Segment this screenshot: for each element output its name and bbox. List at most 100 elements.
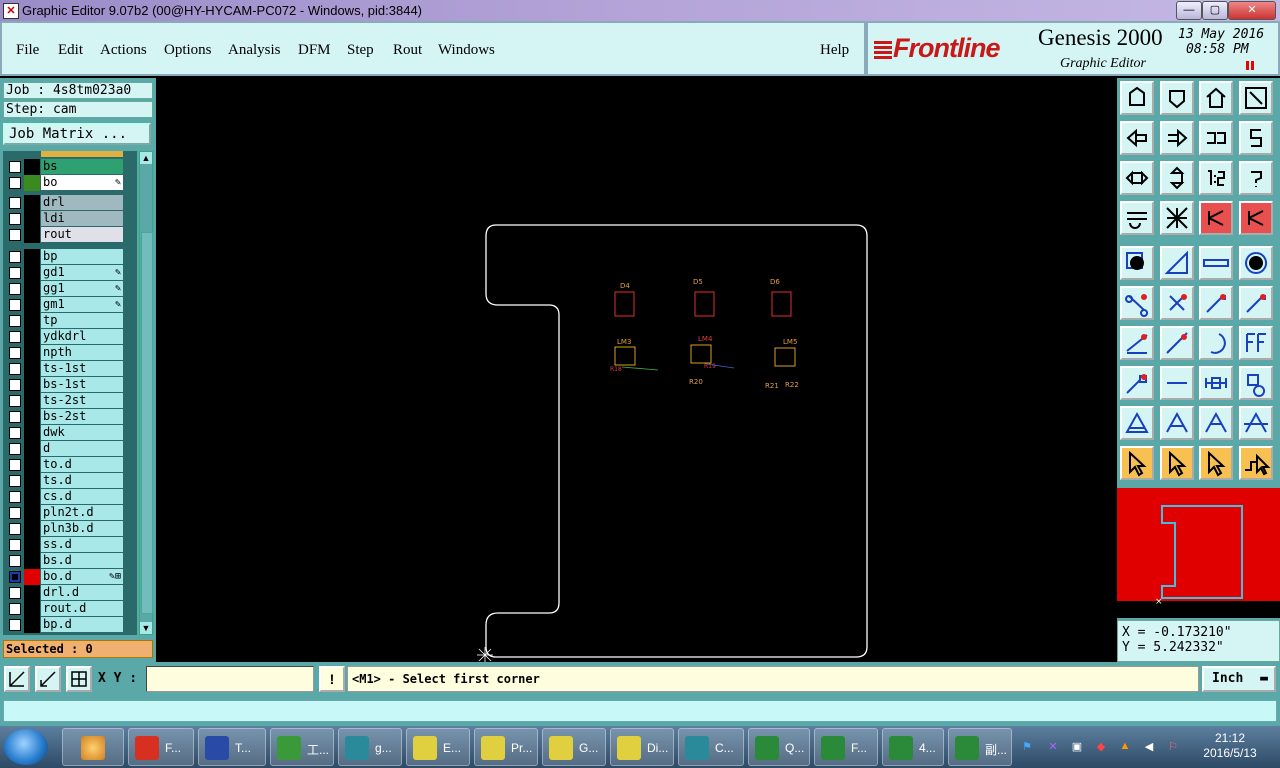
layer-row[interactable]: ts-2st bbox=[3, 393, 137, 409]
poly-b-icon[interactable] bbox=[1160, 406, 1194, 440]
diag-line-icon[interactable] bbox=[1160, 326, 1194, 360]
taskbar-item[interactable]: Q... bbox=[748, 728, 810, 766]
layer-checkbox[interactable] bbox=[9, 443, 21, 455]
job-matrix-button[interactable]: Job Matrix ... bbox=[3, 123, 151, 145]
home-icon[interactable] bbox=[1199, 81, 1233, 115]
layer-name[interactable]: rout bbox=[41, 227, 123, 242]
layer-row[interactable]: bo ✎ bbox=[3, 175, 137, 191]
layer-row[interactable]: ss.d bbox=[3, 537, 137, 553]
layer-name[interactable]: gg1 ✎ bbox=[41, 281, 123, 296]
arc-icon[interactable] bbox=[1199, 326, 1233, 360]
layer-name[interactable]: ts-1st bbox=[41, 361, 123, 376]
layer-row[interactable]: bo.d ✎⊞ bbox=[3, 569, 137, 585]
menu-help[interactable]: Help bbox=[820, 42, 849, 59]
layer-row[interactable]: d bbox=[3, 441, 137, 457]
layer-name[interactable]: dwk bbox=[41, 425, 123, 440]
taskbar-item[interactable]: 工... bbox=[270, 728, 334, 766]
layer-checkbox[interactable] bbox=[9, 315, 21, 327]
layer-checkbox[interactable] bbox=[9, 555, 21, 567]
down-step-icon[interactable] bbox=[1160, 81, 1194, 115]
snap-settings-icon[interactable] bbox=[1120, 201, 1154, 235]
layer-name[interactable]: ts.d bbox=[41, 473, 123, 488]
scroll-up-icon[interactable]: ▲ bbox=[140, 152, 152, 164]
layer-name[interactable]: bs-2st bbox=[41, 409, 123, 424]
select-icon[interactable] bbox=[1120, 446, 1154, 480]
pad-icon[interactable] bbox=[1239, 246, 1273, 280]
tray-network-icon[interactable]: ▣ bbox=[1070, 740, 1084, 754]
close-button[interactable]: ✕ bbox=[1228, 1, 1276, 20]
menu-edit[interactable]: Edit bbox=[58, 42, 83, 59]
layer-row[interactable]: gd1 ✎ bbox=[3, 265, 137, 281]
taskbar-pinned-shell[interactable] bbox=[62, 728, 124, 766]
layer-name[interactable]: drl bbox=[41, 195, 123, 210]
taskbar-item[interactable]: Pr... bbox=[474, 728, 538, 766]
tray-signal-icon[interactable]: ▲ bbox=[1118, 740, 1132, 754]
layer-checkbox[interactable] bbox=[9, 299, 21, 311]
layer-checkbox[interactable] bbox=[9, 197, 21, 209]
layer-row[interactable]: to.d bbox=[3, 457, 137, 473]
layer-name[interactable]: bp.d bbox=[41, 617, 123, 632]
up-step-icon[interactable] bbox=[1120, 81, 1154, 115]
layer-name[interactable]: npth bbox=[41, 345, 123, 360]
delete-icon[interactable] bbox=[1160, 286, 1194, 320]
layer-name[interactable]: drl.d bbox=[41, 585, 123, 600]
taskbar-item[interactable]: Di... bbox=[610, 728, 674, 766]
restore-button[interactable]: ▢ bbox=[1202, 1, 1228, 20]
layer-checkbox[interactable] bbox=[9, 507, 21, 519]
layer-scrollbar[interactable]: ▲ ▼ bbox=[139, 151, 153, 635]
layer-row[interactable]: pln2t.d bbox=[3, 505, 137, 521]
layer-checkbox[interactable] bbox=[9, 363, 21, 375]
layer-row[interactable]: bs bbox=[3, 159, 137, 175]
tray-x-icon[interactable]: ✕ bbox=[1046, 740, 1060, 754]
layer-row[interactable]: tp bbox=[3, 313, 137, 329]
pause-icon[interactable] bbox=[1246, 61, 1254, 70]
poly-a-icon[interactable] bbox=[1120, 406, 1154, 440]
layer-checkbox[interactable] bbox=[9, 427, 21, 439]
feature-outline-icon[interactable] bbox=[1160, 246, 1194, 280]
menu-rout[interactable]: Rout bbox=[393, 42, 422, 59]
layer-checkbox[interactable] bbox=[9, 251, 21, 263]
copy-icon[interactable] bbox=[1239, 286, 1273, 320]
layer-name[interactable]: cs.d bbox=[41, 489, 123, 504]
layer-name[interactable]: bs bbox=[41, 159, 123, 174]
poly-c-icon[interactable] bbox=[1199, 406, 1233, 440]
layer-checkbox[interactable] bbox=[9, 619, 21, 631]
layer-row[interactable]: ldi bbox=[3, 211, 137, 227]
taskbar-clock[interactable]: 21:12 2016/5/13 bbox=[1196, 731, 1264, 761]
layer-checkbox[interactable] bbox=[9, 283, 21, 295]
graphic-canvas[interactable]: D4 D5 D6 LM3 LM4 LM5 R20 R21 R22 R18 R19 bbox=[156, 78, 1117, 663]
layer-checkbox[interactable] bbox=[9, 213, 21, 225]
layer-row[interactable]: bs.d bbox=[3, 553, 137, 569]
poly-d-icon[interactable] bbox=[1239, 406, 1273, 440]
taskbar-item[interactable]: T... bbox=[198, 728, 266, 766]
layer-checkbox[interactable] bbox=[9, 379, 21, 391]
layer-row[interactable]: rout.d bbox=[3, 601, 137, 617]
move-icon[interactable] bbox=[1199, 286, 1233, 320]
layer-checkbox[interactable] bbox=[9, 161, 21, 173]
layer-name[interactable]: rout.d bbox=[41, 601, 123, 616]
menu-file[interactable]: File bbox=[16, 42, 39, 59]
layer-row[interactable]: pln3b.d bbox=[3, 521, 137, 537]
select-path-icon[interactable] bbox=[1239, 446, 1273, 480]
layer-checkbox[interactable] bbox=[9, 539, 21, 551]
tray-flag-icon[interactable]: ⚐ bbox=[1166, 740, 1180, 754]
zoom-box-icon[interactable] bbox=[4, 666, 30, 692]
layer-checkbox[interactable] bbox=[9, 229, 21, 241]
fit-window-icon[interactable] bbox=[1239, 81, 1273, 115]
resize-icon[interactable] bbox=[1199, 366, 1233, 400]
select-rotate-icon[interactable] bbox=[1199, 446, 1233, 480]
zoom-center-icon[interactable] bbox=[1160, 161, 1194, 195]
menu-dfm[interactable]: DFM bbox=[298, 42, 331, 59]
split-icon[interactable] bbox=[1160, 366, 1194, 400]
menu-step[interactable]: Step bbox=[347, 42, 374, 59]
layer-checkbox[interactable] bbox=[9, 331, 21, 343]
layer-checkbox[interactable] bbox=[9, 395, 21, 407]
layer-checkbox[interactable] bbox=[9, 603, 21, 615]
taskbar-item[interactable]: F... bbox=[814, 728, 878, 766]
layer-row[interactable]: bs-2st bbox=[3, 409, 137, 425]
tray-frontline-icon[interactable]: ⚑ bbox=[1020, 740, 1034, 754]
layer-name[interactable]: bs.d bbox=[41, 553, 123, 568]
menu-actions[interactable]: Actions bbox=[100, 42, 147, 59]
add-point-icon[interactable] bbox=[1120, 366, 1154, 400]
layer-row[interactable]: ts-1st bbox=[3, 361, 137, 377]
